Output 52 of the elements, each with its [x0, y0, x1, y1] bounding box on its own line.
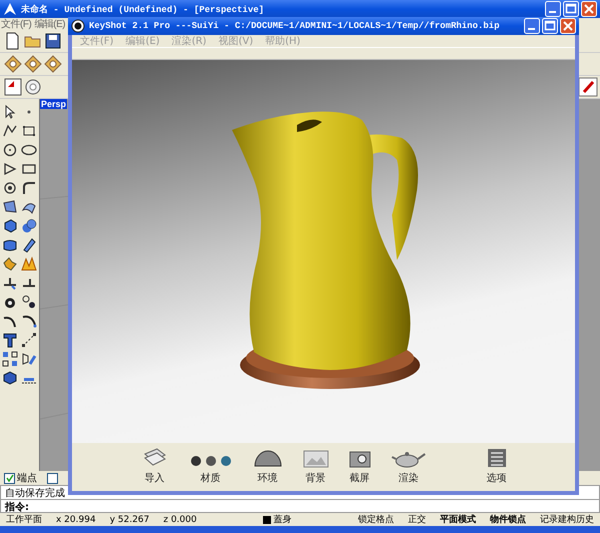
keyshot-logo-icon: [71, 19, 85, 33]
tag-icon[interactable]: [24, 55, 42, 73]
maximize-button[interactable]: [542, 18, 558, 34]
close-button[interactable]: [581, 1, 597, 17]
coordinate-readout: z 0.000: [163, 514, 197, 524]
close-button[interactable]: [560, 18, 576, 34]
tool-icon[interactable]: [1, 255, 19, 273]
ring-icon[interactable]: [24, 78, 42, 96]
status-toggle[interactable]: 平面模式: [440, 513, 476, 526]
viewport-tab[interactable]: Persp: [40, 99, 68, 109]
window-title: KeyShot 2.1 Pro ---SuiYi - C:/DOCUME~1/ADMINI~1/LOCALS~1/Temp//fromRhino.bip: [89, 21, 500, 31]
tool-icon[interactable]: [20, 179, 38, 197]
tool-icon[interactable]: [1, 331, 19, 349]
rhino-logo-icon: [3, 2, 17, 16]
dome-icon: [252, 448, 282, 468]
minimize-button[interactable]: [545, 1, 561, 17]
layer-indicator[interactable]: 蓋身: [263, 513, 292, 526]
menu-item[interactable]: 编辑(E): [34, 17, 66, 31]
status-toggle[interactable]: 物件锁点: [490, 513, 526, 526]
status-toggle[interactable]: 锁定格点: [358, 513, 394, 526]
tag-icon[interactable]: [4, 55, 22, 73]
tool-icon[interactable]: [1, 141, 19, 159]
tool-icon[interactable]: [1, 369, 19, 387]
maximize-button[interactable]: [563, 1, 579, 17]
window-title: 未命名 - Undefined (Undefined) - [Perspective]: [21, 3, 266, 16]
status-toggle[interactable]: 记录建构历史: [540, 513, 594, 526]
osnap-checkbox[interactable]: [47, 472, 58, 484]
toolbar-button[interactable]: 背景: [302, 450, 328, 485]
status-toggle[interactable]: 正交: [408, 513, 426, 526]
menu-item[interactable]: 文件(F): [1, 17, 32, 31]
toolbar-button[interactable]: 导入: [140, 446, 168, 485]
toolbar-button[interactable]: 材质: [188, 454, 232, 485]
toolbar-button[interactable]: 截屏: [348, 448, 370, 485]
cplane-label: 工作平面: [6, 514, 42, 526]
save-icon[interactable]: [44, 32, 62, 50]
toolbar-button[interactable]: 选项: [486, 448, 506, 485]
tool-icon[interactable]: [20, 331, 38, 349]
minimize-button[interactable]: [524, 18, 540, 34]
picture-icon: [302, 450, 328, 468]
spheres-icon: [188, 454, 232, 468]
toolbar-button[interactable]: 渲染: [390, 448, 426, 485]
list-icon: [486, 448, 506, 468]
osnap-checkbox[interactable]: 端点: [4, 471, 37, 485]
toolbar-button[interactable]: 环境: [252, 448, 282, 485]
tag-icon[interactable]: [44, 55, 62, 73]
tool-icon[interactable]: [20, 293, 38, 311]
tool-icon[interactable]: [20, 217, 38, 235]
coordinate-readout: x 20.994: [56, 514, 96, 524]
coordinate-readout: y 52.267: [110, 514, 150, 524]
tool-icon[interactable]: [1, 350, 19, 368]
checkmark-icon: [6, 474, 14, 482]
command-prompt[interactable]: 指令:: [0, 500, 600, 513]
